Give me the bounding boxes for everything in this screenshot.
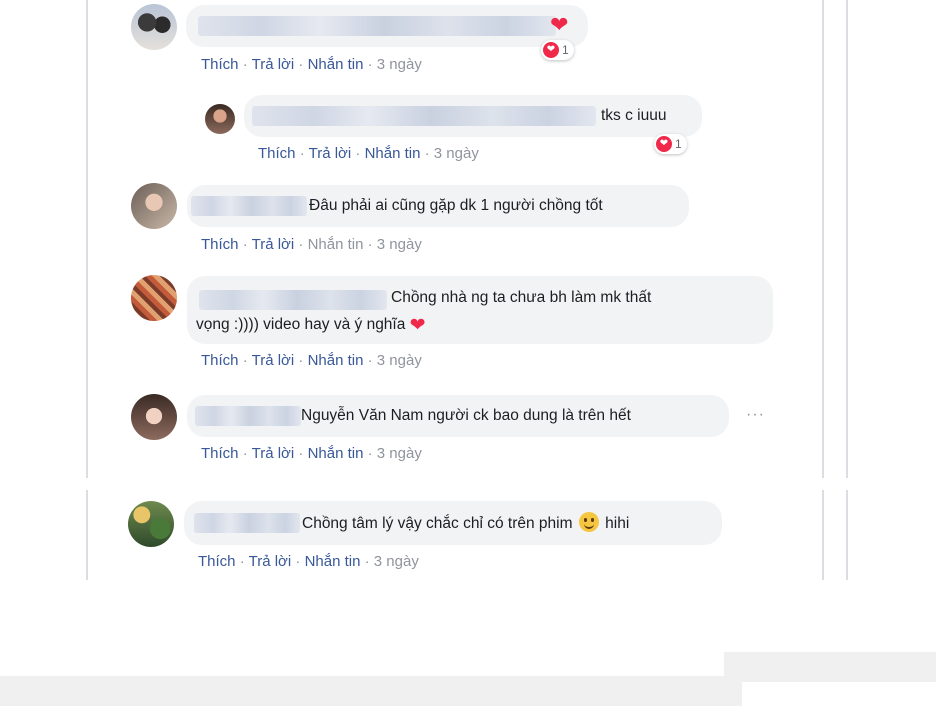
- message-link[interactable]: Nhắn tin: [308, 352, 364, 369]
- comment-actions: Thích · Trả lời · Nhắn tin · 3 ngày: [258, 145, 479, 162]
- blurred-name: [199, 290, 387, 310]
- message-link[interactable]: Nhắn tin: [308, 236, 364, 253]
- comment-bubble: ❤: [186, 5, 588, 47]
- reply-link[interactable]: Trả lời: [249, 553, 292, 570]
- blurred-name: [194, 513, 300, 533]
- thread-line-right: [822, 0, 824, 478]
- thread-line-right-2: [822, 490, 824, 580]
- timestamp[interactable]: 3 ngày: [377, 352, 422, 369]
- blurred-name: [191, 196, 307, 216]
- heart-reaction-icon: ❤: [543, 42, 559, 58]
- thread-line-left: [86, 0, 88, 478]
- comment-actions: Thích · Trả lời · Nhắn tin · 3 ngày: [198, 553, 419, 570]
- comment-text: Chồng tâm lý vậy chắc chỉ có trên phim h…: [302, 512, 629, 535]
- avatar[interactable]: [131, 4, 177, 50]
- thread-line-left-2: [86, 490, 88, 580]
- like-link[interactable]: Thích: [201, 352, 239, 369]
- like-link[interactable]: Thích: [198, 553, 236, 570]
- heart-icon: ❤: [550, 12, 569, 37]
- comment-bubble: Đâu phải ai cũng gặp dk 1 người chồng tố…: [187, 185, 689, 227]
- avatar[interactable]: [131, 394, 177, 440]
- avatar[interactable]: [131, 183, 177, 229]
- bottom-bar-right: [724, 652, 936, 682]
- reply-link[interactable]: Trả lời: [252, 236, 295, 253]
- reply-link[interactable]: Trả lời: [252, 445, 295, 462]
- thread-line-right-outer-2: [846, 490, 848, 580]
- message-link[interactable]: Nhắn tin: [305, 553, 361, 570]
- like-link[interactable]: Thích: [201, 445, 239, 462]
- comment-text: Nguyễn Văn Nam người ck bao dung là trên…: [301, 407, 631, 424]
- comment-actions: Thích · Trả lời · Nhắn tin · 3 ngày: [201, 56, 422, 73]
- like-link[interactable]: Thích: [201, 236, 239, 253]
- comment-text: tks c iuuu: [601, 107, 667, 124]
- message-link[interactable]: Nhắn tin: [308, 56, 364, 73]
- reaction-count[interactable]: ❤ 1: [654, 134, 687, 154]
- heart-reaction-icon: ❤: [656, 136, 672, 152]
- more-options-icon[interactable]: ···: [746, 406, 765, 424]
- heart-icon: ❤: [409, 315, 426, 336]
- message-link[interactable]: Nhắn tin: [308, 445, 364, 462]
- reaction-count[interactable]: ❤ 1: [541, 40, 574, 60]
- smiley-icon: [578, 512, 599, 532]
- like-link[interactable]: Thích: [201, 56, 239, 73]
- comment-bubble: Nguyễn Văn Nam người ck bao dung là trên…: [187, 395, 729, 437]
- comment-bubble: tks c iuuu: [244, 95, 702, 137]
- timestamp[interactable]: 3 ngày: [377, 56, 422, 73]
- comment-text-line1: Chồng nhà ng ta chưa bh làm mk thất: [391, 289, 652, 306]
- blurred-name: [252, 106, 596, 126]
- reply-link[interactable]: Trả lời: [252, 352, 295, 369]
- comment-text-line2: vọng :)))) video hay và ý nghĩa ❤: [196, 315, 426, 336]
- comment-actions: Thích · Trả lời · Nhắn tin · 3 ngày: [201, 445, 422, 462]
- avatar[interactable]: [205, 104, 235, 134]
- timestamp[interactable]: 3 ngày: [377, 445, 422, 462]
- blurred-name: [195, 406, 301, 426]
- avatar[interactable]: [131, 275, 177, 321]
- comment-text: Đâu phải ai cũng gặp dk 1 người chồng tố…: [309, 197, 603, 214]
- timestamp[interactable]: 3 ngày: [434, 145, 479, 162]
- message-link[interactable]: Nhắn tin: [365, 145, 421, 162]
- like-link[interactable]: Thích: [258, 145, 296, 162]
- comment-actions: Thích · Trả lời · Nhắn tin · 3 ngày: [201, 352, 422, 369]
- avatar[interactable]: [128, 501, 174, 547]
- comment-bubble: Chồng nhà ng ta chưa bh làm mk thất vọng…: [187, 276, 773, 344]
- timestamp[interactable]: 3 ngày: [377, 236, 422, 253]
- comment-bubble: Chồng tâm lý vậy chắc chỉ có trên phim h…: [184, 501, 722, 545]
- bottom-bar-left: [0, 676, 742, 706]
- thread-line-right-outer: [846, 0, 848, 478]
- reply-link[interactable]: Trả lời: [252, 56, 295, 73]
- blurred-name: [198, 16, 556, 36]
- timestamp[interactable]: 3 ngày: [374, 553, 419, 570]
- reply-link[interactable]: Trả lời: [309, 145, 352, 162]
- comment-actions: Thích · Trả lời · Nhắn tin · 3 ngày: [201, 236, 422, 253]
